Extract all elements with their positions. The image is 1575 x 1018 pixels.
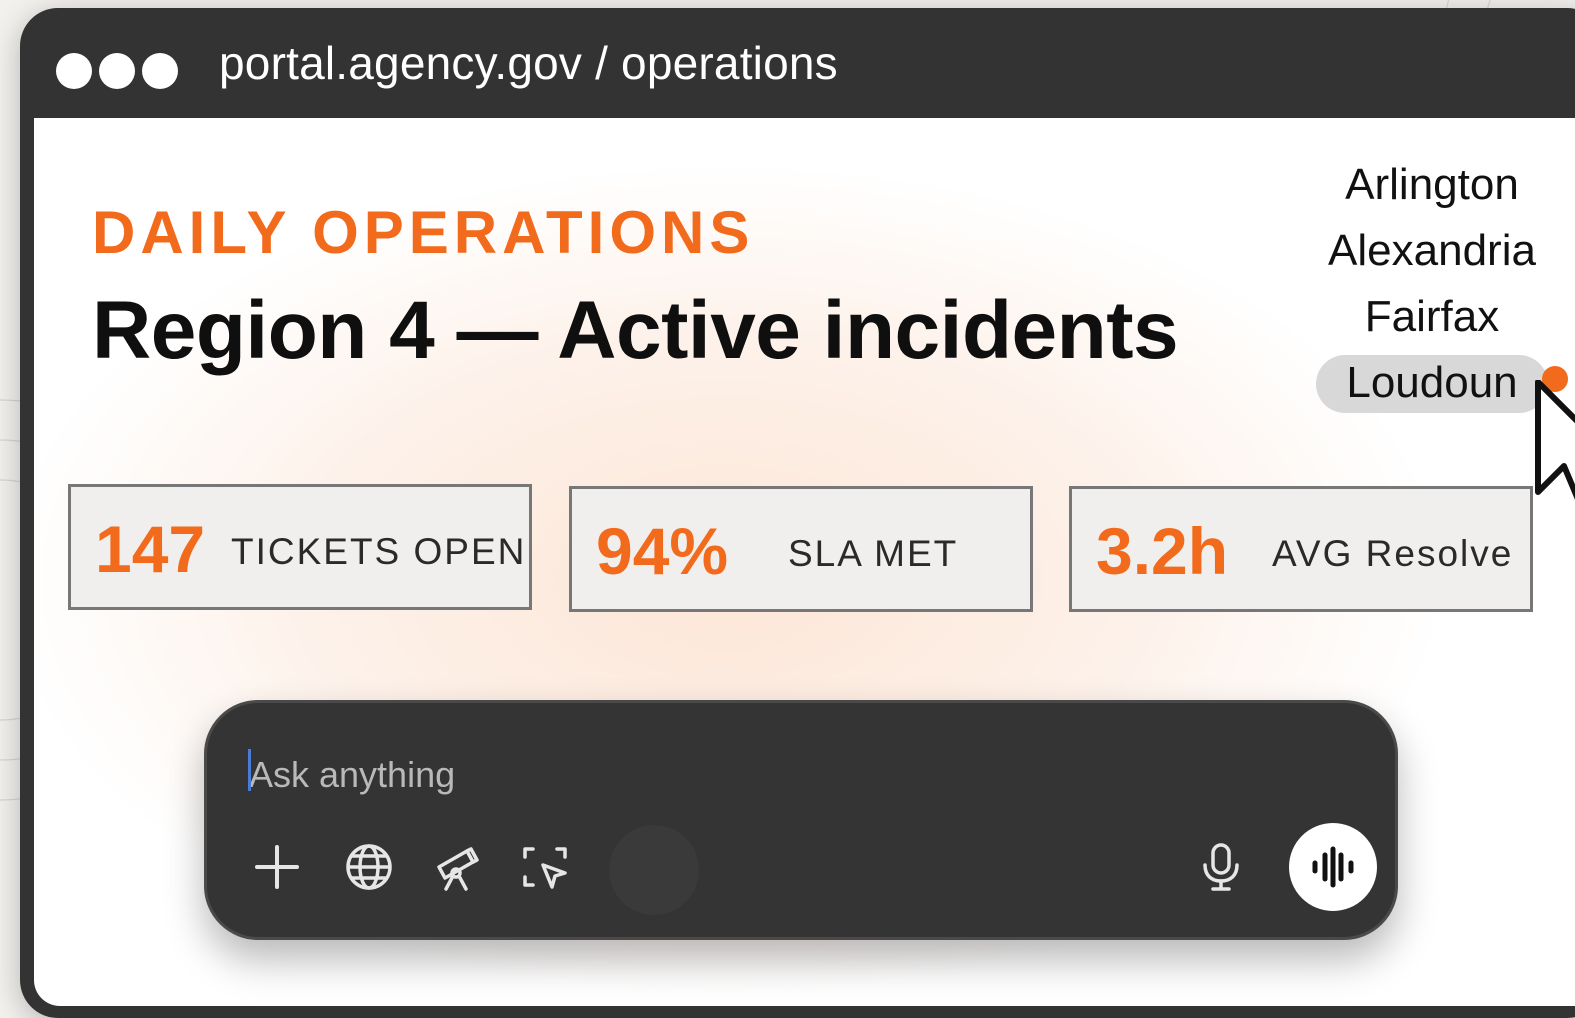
region-item-arlington[interactable]: Arlington: [1316, 152, 1548, 218]
text-caret: [248, 749, 251, 791]
ask-composer: [204, 700, 1398, 940]
plus-icon[interactable]: [251, 841, 303, 893]
stat-value: 94%: [596, 514, 729, 588]
title-bar: portal.agency.gov / operations: [20, 8, 1575, 118]
stat-label: TICKETS OPEN: [231, 531, 527, 572]
microphone-icon[interactable]: [1195, 841, 1247, 893]
region-item-alexandria[interactable]: Alexandria: [1316, 218, 1548, 284]
telescope-icon[interactable]: [431, 841, 483, 893]
stat-value: 147: [95, 512, 206, 586]
stat-card-sla-met: 94% SLA MET: [569, 486, 1033, 612]
mouse-cursor-icon: [1535, 380, 1575, 500]
window-control-dot[interactable]: [99, 53, 135, 89]
voice-waveform-icon: [1312, 846, 1354, 888]
window-control-dot[interactable]: [142, 53, 178, 89]
browser-window: portal.agency.gov / operations DAILY OPE…: [20, 8, 1575, 1018]
stat-label: AVG Resolve: [1272, 533, 1514, 574]
page-overline: DAILY OPERATIONS: [92, 199, 755, 266]
region-item-loudoun[interactable]: Loudoun: [1316, 350, 1548, 416]
address-bar-url[interactable]: portal.agency.gov / operations: [219, 36, 838, 90]
page-content: DAILY OPERATIONS Region 4 — Active incid…: [34, 118, 1575, 1006]
stat-label: SLA MET: [788, 533, 959, 574]
ghost-button[interactable]: [609, 825, 699, 915]
globe-icon[interactable]: [343, 841, 395, 893]
stat-card-tickets-open: 147 TICKETS OPEN: [68, 484, 532, 610]
stat-card-avg-resolve: 3.2h AVG Resolve: [1069, 486, 1533, 612]
stat-value: 3.2h: [1096, 514, 1229, 588]
select-region-icon[interactable]: [519, 841, 571, 893]
voice-mode-button[interactable]: [1289, 823, 1377, 911]
region-item-label: Loudoun: [1346, 358, 1518, 407]
page-title: Region 4 — Active incidents: [92, 285, 1179, 376]
region-list: Arlington Alexandria Fairfax Loudoun: [1316, 152, 1548, 416]
ask-input[interactable]: [247, 747, 951, 803]
region-item-fairfax[interactable]: Fairfax: [1316, 284, 1548, 350]
window-control-dot[interactable]: [56, 53, 92, 89]
